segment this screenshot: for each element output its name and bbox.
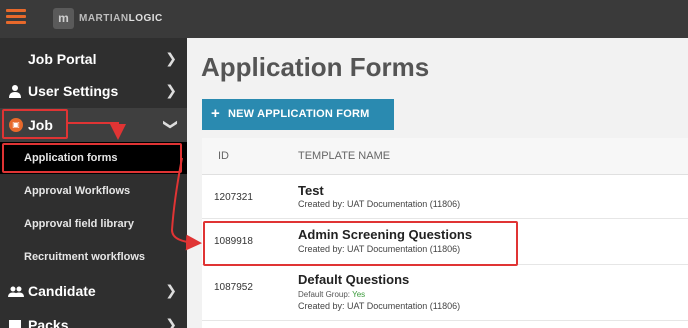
sidebar-item-candidate[interactable]: Candidate ❯ bbox=[0, 274, 187, 308]
chevron-down-icon: ❯ bbox=[163, 118, 180, 131]
row-template-name[interactable]: Test bbox=[298, 183, 324, 198]
sidebar-subitem-recruitment-workflows[interactable]: Recruitment workflows bbox=[0, 241, 187, 273]
brand-logo-icon: m bbox=[53, 8, 74, 29]
sidebar-item-label: User Settings bbox=[28, 83, 119, 99]
hamburger-menu-icon[interactable] bbox=[6, 9, 26, 25]
sidebar-item-job-portal[interactable]: Job Portal ❯ bbox=[0, 42, 187, 76]
row-template-name[interactable]: Default Questions bbox=[298, 272, 409, 287]
row-default-group: Default Group: Yes bbox=[298, 290, 366, 299]
packs-icon bbox=[9, 320, 21, 328]
sidebar-subitem-label: Approval Workflows bbox=[24, 185, 131, 197]
sidebar-subitem-label: Approval field library bbox=[24, 218, 135, 230]
sidebar-item-packs[interactable]: Packs ❯ bbox=[0, 308, 187, 328]
row-created-by: Created by: UAT Documentation (11806) bbox=[298, 301, 461, 311]
button-label: NEW APPLICATION FORM bbox=[228, 108, 370, 120]
column-header-id[interactable]: ID bbox=[218, 150, 229, 162]
chevron-right-icon: ❯ bbox=[165, 82, 177, 98]
annotation-box-admin-screening-row bbox=[203, 221, 518, 266]
table-row[interactable]: 1087952 Default Questions Default Group:… bbox=[202, 265, 688, 321]
top-bar: m MARTIANLOGIC bbox=[0, 0, 688, 38]
sidebar-subitem-approval-workflows[interactable]: Approval Workflows bbox=[0, 175, 187, 207]
chevron-right-icon: ❯ bbox=[165, 50, 177, 66]
sidebar-item-user-settings[interactable]: User Settings ❯ bbox=[0, 74, 187, 108]
sidebar-item-label: Packs bbox=[28, 317, 69, 328]
annotation-box-application-forms bbox=[2, 143, 182, 173]
column-header-template-name[interactable]: TEMPLATE NAME bbox=[298, 150, 390, 162]
user-icon bbox=[9, 85, 21, 98]
table-row[interactable]: 1207321 Test Created by: UAT Documentati… bbox=[202, 175, 688, 219]
sidebar: Job Portal ❯ User Settings ❯ ▣ Job ❯ App… bbox=[0, 38, 187, 328]
sidebar-item-label: Candidate bbox=[28, 283, 96, 299]
users-icon bbox=[8, 286, 24, 297]
sidebar-subitem-label: Recruitment workflows bbox=[24, 251, 146, 263]
brand-name: MARTIANLOGIC bbox=[79, 13, 163, 24]
row-created-by: Created by: UAT Documentation (11806) bbox=[298, 199, 461, 209]
table-header: ID TEMPLATE NAME bbox=[202, 138, 688, 175]
new-application-form-button[interactable]: + NEW APPLICATION FORM bbox=[202, 99, 394, 130]
main-content: Application Forms + NEW APPLICATION FORM… bbox=[187, 38, 688, 328]
chevron-right-icon: ❯ bbox=[165, 316, 177, 328]
page-title: Application Forms bbox=[201, 52, 430, 82]
annotation-box-job bbox=[2, 109, 68, 139]
chevron-right-icon: ❯ bbox=[165, 282, 177, 298]
sidebar-subitem-approval-field-library[interactable]: Approval field library bbox=[0, 208, 187, 240]
sidebar-item-label: Job Portal bbox=[28, 51, 97, 67]
row-id: 1207321 bbox=[214, 192, 253, 203]
plus-icon: + bbox=[211, 105, 220, 122]
row-id: 1087952 bbox=[214, 282, 253, 293]
